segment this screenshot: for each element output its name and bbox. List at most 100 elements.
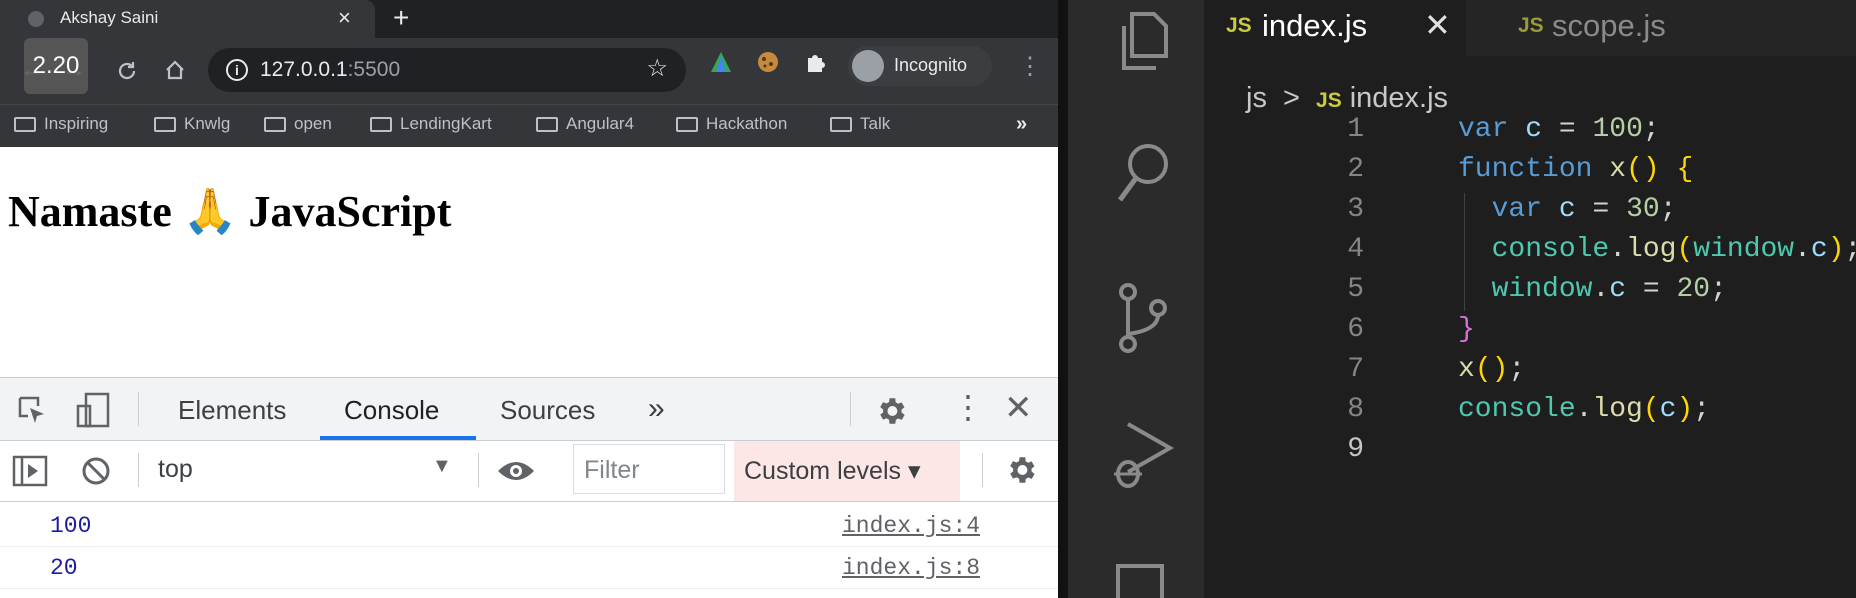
clear-console-icon[interactable] <box>80 455 112 487</box>
log-value: 100 <box>50 513 92 539</box>
incognito-profile-button[interactable]: Incognito <box>848 46 992 86</box>
toolbar-divider <box>478 453 479 487</box>
tab-console[interactable]: Console <box>344 395 439 426</box>
show-sidebar-icon[interactable] <box>12 455 48 487</box>
folder-icon <box>264 117 286 132</box>
line-number: 4 <box>1347 234 1364 265</box>
console-filter-input[interactable]: Filter <box>573 444 725 494</box>
toolbar-divider <box>982 453 983 487</box>
line-number: 1 <box>1347 114 1364 145</box>
run-debug-icon[interactable] <box>1114 418 1178 490</box>
filter-placeholder: Filter <box>584 456 640 484</box>
js-file-icon: JS <box>1518 14 1544 37</box>
console-log-row: 100 index.js:4 <box>0 506 1058 547</box>
toolbar-divider <box>850 392 851 426</box>
toolbar-divider <box>138 392 139 426</box>
log-levels-label: Custom levels ▾ <box>744 457 921 485</box>
code-line[interactable]: var c = 100; <box>1458 114 1660 145</box>
line-number: 6 <box>1347 314 1364 345</box>
close-tab-icon[interactable]: ✕ <box>1424 6 1451 44</box>
bookmark-folder[interactable]: Talk <box>830 114 890 134</box>
tab-filename: index.js <box>1262 8 1368 43</box>
code-line[interactable]: } <box>1458 314 1475 345</box>
folder-icon <box>830 117 852 132</box>
close-devtools-icon[interactable]: ✕ <box>1004 388 1033 428</box>
log-source-link[interactable]: index.js:8 <box>842 555 980 581</box>
bookmark-folder[interactable]: LendingKart <box>370 114 492 134</box>
editor-tab-index[interactable]: JS index.js ✕ <box>1204 0 1466 56</box>
extensions-icon[interactable] <box>1114 560 1170 598</box>
code-line[interactable]: function x() { <box>1458 154 1693 185</box>
source-control-icon[interactable] <box>1114 282 1170 354</box>
playback-speed-overlay: 2.20 <box>24 38 88 94</box>
code-line[interactable]: x(); <box>1458 354 1525 385</box>
device-toolbar-icon[interactable] <box>74 392 114 428</box>
url-text[interactable]: 127.0.0.1:5500 <box>260 58 400 82</box>
line-number: 8 <box>1347 394 1364 425</box>
search-icon[interactable] <box>1114 140 1174 208</box>
bookmark-folder[interactable]: Knwlg <box>154 114 230 134</box>
incognito-label: Incognito <box>894 55 968 75</box>
line-number: 5 <box>1347 274 1364 305</box>
toolbar-divider <box>138 453 139 487</box>
browser-menu-icon[interactable]: ⋮ <box>1018 52 1042 81</box>
code-line[interactable]: var c = 30; <box>1458 194 1677 225</box>
console-toolbar: top ▼ Filter Custom levels ▾ <box>0 441 1058 502</box>
inspect-element-icon[interactable] <box>16 394 48 426</box>
bookmark-folder[interactable]: Hackathon <box>676 114 787 134</box>
bookmarks-bar: Inspiring Knwlg open LendingKart Angular… <box>0 104 1058 147</box>
code-line[interactable]: console.log(window.c); <box>1458 234 1856 265</box>
incognito-icon <box>852 50 884 82</box>
address-bar[interactable]: i 127.0.0.1:5500 ☆ <box>208 48 686 92</box>
page-content: Namaste 🙏 JavaScript <box>0 147 1058 377</box>
context-selector[interactable]: top <box>158 455 193 484</box>
devtools-panel: Elements Console Sources » ⋮ ✕ top ▼ Fil… <box>0 377 1058 598</box>
extension-tree-icon[interactable] <box>708 50 734 74</box>
line-number: 7 <box>1347 354 1364 385</box>
more-tabs-button[interactable]: » <box>648 392 665 426</box>
code-editor-window: JS index.js ✕ JS scope.js js > JS index.j… <box>1068 0 1856 598</box>
bookmark-folder[interactable]: Inspiring <box>14 114 108 134</box>
bookmark-folder[interactable]: open <box>264 114 332 134</box>
folder-icon <box>676 117 698 132</box>
reload-icon[interactable] <box>116 60 138 82</box>
new-tab-button[interactable]: + <box>393 2 409 34</box>
tab-sources[interactable]: Sources <box>500 395 595 426</box>
log-levels-dropdown[interactable]: Custom levels ▾ <box>734 441 960 501</box>
bookmark-star-icon[interactable]: ☆ <box>646 54 668 83</box>
explorer-files-icon[interactable] <box>1114 10 1170 72</box>
folder-icon <box>370 117 392 132</box>
code-line[interactable]: console.log(c); <box>1458 394 1710 425</box>
code-line[interactable]: window.c = 20; <box>1458 274 1727 305</box>
line-number: 9 <box>1347 434 1364 465</box>
folder-icon <box>14 117 36 132</box>
extensions-puzzle-icon[interactable] <box>804 50 828 74</box>
bookmarks-overflow-button[interactable]: » <box>1016 113 1027 136</box>
chevron-down-icon[interactable]: ▼ <box>432 455 452 478</box>
site-info-icon[interactable]: i <box>226 59 248 81</box>
tab-strip: Akshay Saini × + <box>0 0 1058 38</box>
bookmark-folder[interactable]: Angular4 <box>536 114 634 134</box>
log-source-link[interactable]: index.js:4 <box>842 513 980 539</box>
browser-window: Akshay Saini × + ← → i 127.0.0.1:5500 ☆ … <box>0 0 1058 598</box>
activity-bar <box>1068 0 1204 598</box>
tab-favicon-icon <box>28 11 44 27</box>
line-number: 2 <box>1347 154 1364 185</box>
home-icon[interactable] <box>164 59 186 81</box>
console-settings-gear-icon[interactable] <box>1004 453 1038 487</box>
folder-icon <box>536 117 558 132</box>
tab-title: Akshay Saini <box>60 8 159 27</box>
browser-tab[interactable]: Akshay Saini × <box>0 0 375 38</box>
devtools-tabbar: Elements Console Sources » ⋮ ✕ <box>0 378 1058 441</box>
cookie-extension-icon[interactable] <box>756 50 780 74</box>
live-expression-eye-icon[interactable] <box>496 457 536 485</box>
settings-gear-icon[interactable] <box>874 394 908 428</box>
folder-icon <box>154 117 176 132</box>
tab-close-icon[interactable]: × <box>338 5 351 31</box>
editor-tab-scope[interactable]: JS scope.js <box>1466 0 1686 56</box>
tab-elements[interactable]: Elements <box>178 395 286 426</box>
log-value: 20 <box>50 555 78 581</box>
code-area[interactable]: 1 2 3 4 5 6 7 8 9 var c = 100; function … <box>1204 110 1856 598</box>
devtools-menu-icon[interactable]: ⋮ <box>952 388 984 426</box>
active-tab-indicator <box>320 436 476 440</box>
